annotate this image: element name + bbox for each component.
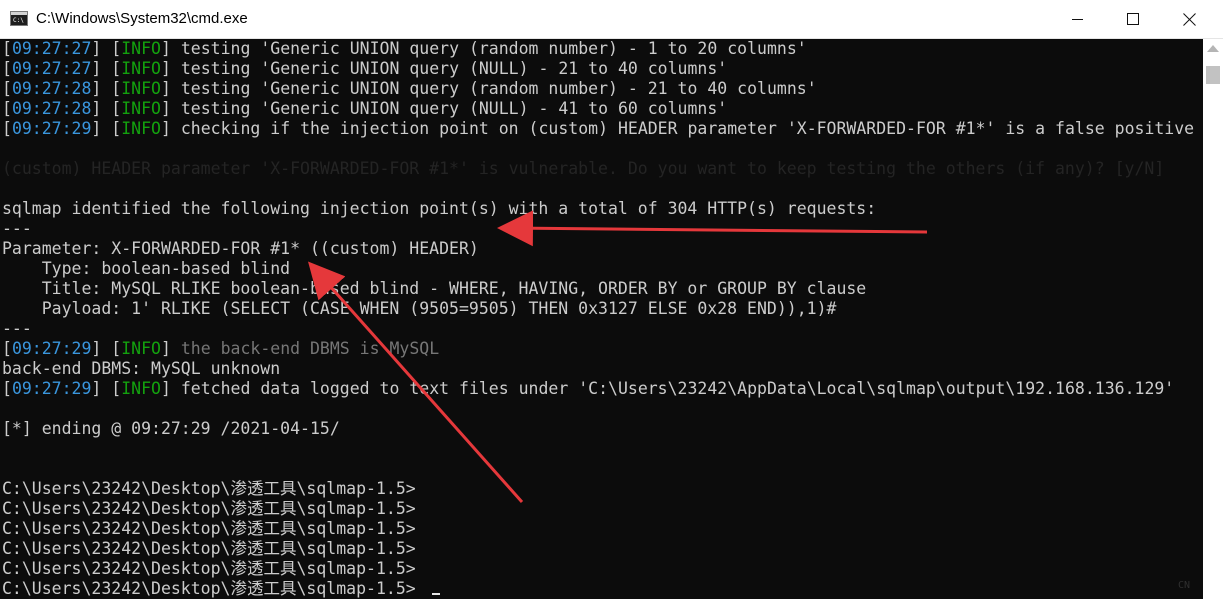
log-message: testing 'Generic UNION query (NULL) - 21… bbox=[180, 59, 728, 78]
prompt-line-2[interactable]: C:\Users\23242\Desktop\渗透工具\sqlmap-1.5> bbox=[2, 499, 416, 519]
log-time: 09:27:29 bbox=[11, 379, 92, 398]
prompt-line-3[interactable]: C:\Users\23242\Desktop\渗透工具\sqlmap-1.5> bbox=[2, 519, 416, 539]
cmd-icon-bar bbox=[11, 12, 27, 15]
level-close: ] bbox=[160, 39, 181, 58]
log-line-2: [09:27:27] [INFO] testing 'Generic UNION… bbox=[2, 59, 727, 79]
time-bracket-close: ] [ bbox=[91, 119, 122, 138]
parameter-line: Parameter: X-FORWARDED-FOR #1* ((custom)… bbox=[2, 239, 479, 258]
title-bar[interactable]: C:\ C:\Windows\System32\cmd.exe bbox=[0, 0, 1223, 39]
prompt-line-1[interactable]: C:\Users\23242\Desktop\渗透工具\sqlmap-1.5> bbox=[2, 479, 416, 499]
window-title: C:\Windows\System32\cmd.exe bbox=[36, 10, 248, 27]
time-bracket-open: [ bbox=[2, 119, 12, 138]
log-message: testing 'Generic UNION query (NULL) - 41… bbox=[180, 99, 728, 118]
scroll-up-icon[interactable] bbox=[1207, 45, 1219, 52]
time-bracket-close: ] [ bbox=[91, 379, 122, 398]
cmd-icon: C:\ bbox=[10, 11, 28, 26]
minimize-icon bbox=[1072, 19, 1083, 20]
time-bracket-open: [ bbox=[2, 339, 12, 358]
ending-line: [*] ending @ 09:27:29 /2021-04-15/ bbox=[2, 419, 340, 438]
log-time: 09:27:28 bbox=[11, 99, 92, 118]
type-line: Type: boolean-based blind bbox=[2, 259, 291, 278]
minimize-button[interactable] bbox=[1054, 0, 1100, 38]
level-close: ] bbox=[160, 99, 181, 118]
log-time: 09:27:29 bbox=[11, 119, 92, 138]
log-level: INFO bbox=[121, 119, 161, 138]
log-message: checking if the injection point on (cust… bbox=[180, 119, 1195, 138]
log-time: 09:27:28 bbox=[11, 79, 92, 98]
cmd-icon-text: C:\ bbox=[13, 17, 24, 24]
backend-line: back-end DBMS: MySQL unknown bbox=[2, 359, 281, 378]
log-level: INFO bbox=[121, 99, 161, 118]
title-line: Title: MySQL RLIKE boolean-based blind -… bbox=[2, 279, 867, 298]
dbms-log-line: [09:27:29] [INFO] the back-end DBMS is M… bbox=[2, 339, 439, 359]
scroll-thumb[interactable] bbox=[1206, 66, 1220, 84]
time-bracket-close: ] [ bbox=[91, 339, 122, 358]
prompt-line-6[interactable]: C:\Users\23242\Desktop\渗透工具\sqlmap-1.5> bbox=[2, 579, 416, 599]
level-close: ] bbox=[160, 79, 181, 98]
log-level: INFO bbox=[121, 39, 161, 58]
maximize-button[interactable] bbox=[1110, 0, 1156, 38]
time-bracket-close: ] [ bbox=[91, 39, 122, 58]
level-close: ] bbox=[160, 339, 181, 358]
time-bracket-open: [ bbox=[2, 79, 12, 98]
console-output[interactable]: [09:27:27] [INFO] testing 'Generic UNION… bbox=[0, 39, 1203, 599]
payload-line: Payload: 1' RLIKE (SELECT (CASE WHEN (95… bbox=[2, 299, 837, 318]
log-level: INFO bbox=[121, 379, 161, 398]
log-level: INFO bbox=[121, 79, 161, 98]
fetched-log-line: [09:27:29] [INFO] fetched data logged to… bbox=[2, 379, 1174, 399]
identified-line: sqlmap identified the following injectio… bbox=[2, 199, 877, 218]
log-line-1: [09:27:27] [INFO] testing 'Generic UNION… bbox=[2, 39, 807, 59]
log-time: 09:27:29 bbox=[11, 339, 92, 358]
text-cursor bbox=[432, 593, 440, 595]
time-bracket-close: ] [ bbox=[91, 99, 122, 118]
level-close: ] bbox=[160, 379, 181, 398]
prompt-line-4[interactable]: C:\Users\23242\Desktop\渗透工具\sqlmap-1.5> bbox=[2, 539, 416, 559]
time-bracket-open: [ bbox=[2, 59, 12, 78]
maximize-icon bbox=[1127, 13, 1139, 25]
log-message: testing 'Generic UNION query (random num… bbox=[180, 39, 807, 58]
log-line-4: [09:27:28] [INFO] testing 'Generic UNION… bbox=[2, 99, 727, 119]
log-time: 09:27:27 bbox=[11, 59, 92, 78]
time-bracket-open: [ bbox=[2, 99, 12, 118]
vertical-scrollbar[interactable] bbox=[1203, 39, 1223, 599]
level-close: ] bbox=[160, 59, 181, 78]
divider-1: --- bbox=[2, 219, 32, 238]
log-level: INFO bbox=[121, 59, 161, 78]
prompt-line-5[interactable]: C:\Users\23242\Desktop\渗透工具\sqlmap-1.5> bbox=[2, 559, 416, 579]
time-bracket-open: [ bbox=[2, 39, 12, 58]
log-line-5: [09:27:29] [INFO] checking if the inject… bbox=[2, 119, 1194, 139]
level-close: ] bbox=[160, 119, 181, 138]
close-button[interactable] bbox=[1166, 0, 1212, 38]
time-bracket-close: ] [ bbox=[91, 79, 122, 98]
log-level: INFO bbox=[121, 339, 161, 358]
log-message: fetched data logged to text files under … bbox=[180, 379, 1175, 398]
log-time: 09:27:27 bbox=[11, 39, 92, 58]
log-message: the back-end DBMS is MySQL bbox=[180, 339, 440, 358]
faint-vulnerable-prompt: (custom) HEADER parameter 'X-FORWARDED-F… bbox=[2, 159, 1165, 178]
watermark: CN bbox=[1177, 580, 1190, 591]
divider-2: --- bbox=[2, 319, 32, 338]
time-bracket-open: [ bbox=[2, 379, 12, 398]
time-bracket-close: ] [ bbox=[91, 59, 122, 78]
log-message: testing 'Generic UNION query (random num… bbox=[180, 79, 817, 98]
log-line-3: [09:27:28] [INFO] testing 'Generic UNION… bbox=[2, 79, 817, 99]
